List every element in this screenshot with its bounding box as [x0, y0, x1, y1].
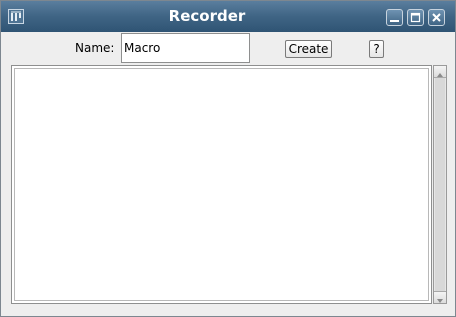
name-label: Name:	[75, 41, 115, 55]
toolbar: Name:	[1, 32, 455, 64]
maximize-icon	[410, 12, 421, 23]
minimize-button[interactable]	[386, 9, 403, 26]
scroll-track[interactable]	[435, 78, 445, 291]
close-button[interactable]	[428, 9, 445, 26]
scroll-up-button[interactable]	[434, 66, 446, 78]
macro-text-area[interactable]	[11, 65, 432, 304]
name-input[interactable]	[121, 33, 250, 63]
recorder-window: Recorder Name: Create ?	[0, 0, 456, 317]
help-button[interactable]: ?	[369, 40, 384, 58]
scroll-down-button[interactable]	[434, 291, 446, 303]
close-icon	[432, 13, 441, 22]
create-button[interactable]: Create	[285, 40, 332, 58]
macro-text-content[interactable]	[14, 68, 429, 301]
minimize-icon	[390, 20, 399, 22]
title-bar[interactable]: Recorder	[1, 1, 455, 32]
window-title: Recorder	[168, 7, 246, 25]
arrow-down-icon	[437, 299, 443, 303]
maximize-button[interactable]	[407, 9, 424, 26]
vertical-scrollbar[interactable]	[433, 65, 447, 304]
